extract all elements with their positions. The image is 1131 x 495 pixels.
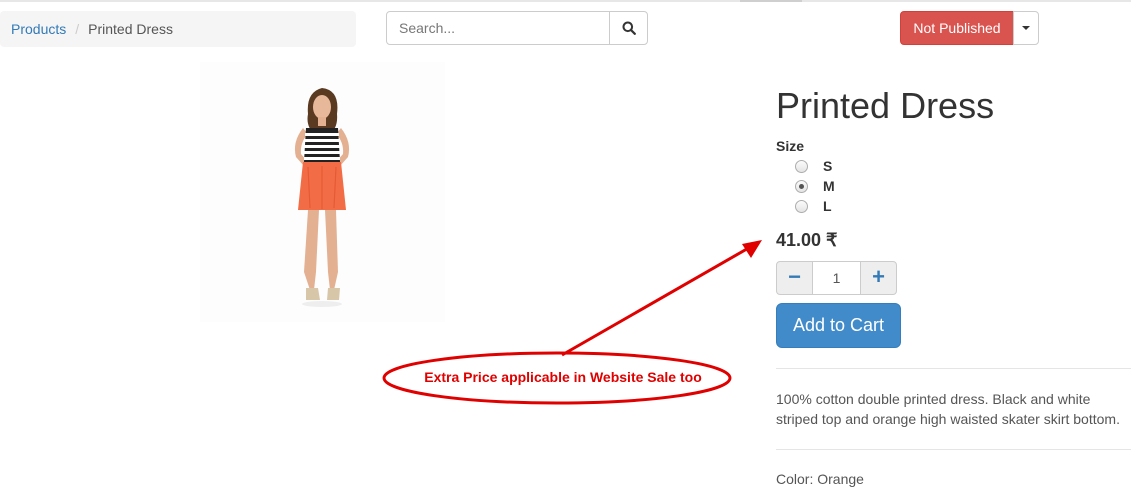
annotation-note: Extra Price applicable in Website Sale t… <box>424 369 702 385</box>
add-to-cart-button[interactable]: Add to Cart <box>776 303 901 348</box>
product-image <box>200 62 445 322</box>
arrowhead-icon <box>742 240 762 258</box>
product-title: Printed Dress <box>776 85 995 126</box>
search-box <box>386 11 648 45</box>
product-color: Color: Orange <box>776 471 864 487</box>
size-option-l[interactable]: L <box>795 197 832 215</box>
divider <box>776 368 1131 369</box>
product-price: 41.00 ₹ <box>776 230 838 250</box>
not-published-button[interactable]: Not Published <box>900 11 1014 45</box>
size-option-label: L <box>823 198 832 214</box>
caret-down-icon <box>1022 26 1030 30</box>
radio-s[interactable] <box>795 159 808 173</box>
size-option-m[interactable]: M <box>795 177 835 195</box>
quantity-stepper: − + <box>776 261 897 295</box>
top-border-tab <box>740 0 802 2</box>
size-option-s[interactable]: S <box>795 157 832 175</box>
size-label: Size <box>776 138 805 154</box>
quantity-decrease-button[interactable]: − <box>776 261 813 295</box>
search-icon <box>622 21 636 35</box>
search-button[interactable] <box>609 11 648 45</box>
breadcrumb-separator: / <box>75 21 80 37</box>
product-description: 100% cotton double printed dress. Black … <box>776 391 1120 427</box>
top-border <box>0 0 1131 2</box>
breadcrumb-products-link[interactable]: Products <box>11 21 66 37</box>
annotation-arrow <box>561 244 753 357</box>
radio-m[interactable] <box>795 179 808 193</box>
breadcrumb-current: Printed Dress <box>88 21 173 37</box>
quantity-input[interactable] <box>812 261 861 295</box>
quantity-increase-button[interactable]: + <box>860 261 897 295</box>
search-input[interactable] <box>386 11 610 45</box>
size-option-label: S <box>823 158 833 174</box>
breadcrumb: Products / Printed Dress <box>0 11 356 47</box>
publish-dropdown-button[interactable] <box>1013 11 1039 45</box>
divider <box>776 449 1131 450</box>
radio-l[interactable] <box>795 199 808 213</box>
size-option-label: M <box>823 178 835 194</box>
